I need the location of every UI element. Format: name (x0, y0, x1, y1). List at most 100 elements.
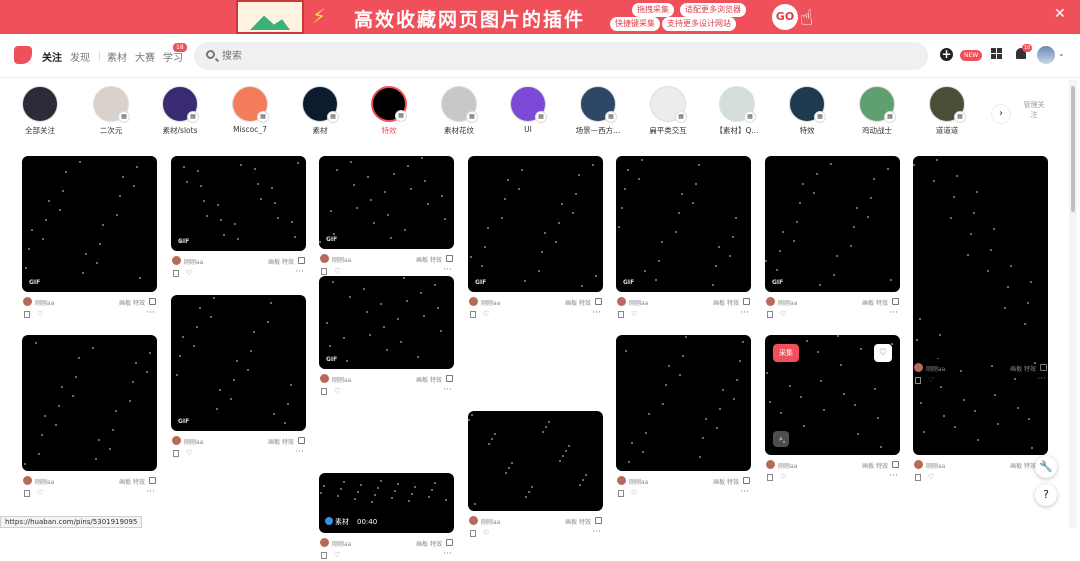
chevron-down-icon[interactable]: ⌄ (1058, 49, 1065, 58)
pin-image[interactable] (468, 411, 603, 511)
board-tags[interactable]: 画板 特效 (565, 298, 591, 307)
nav-materials[interactable]: 素材 (107, 49, 127, 64)
circle-item[interactable]: ▦ Miscoc_7 (214, 86, 286, 134)
more-icon[interactable]: ··· (146, 487, 155, 497)
more-icon[interactable]: ··· (889, 471, 898, 481)
board-tags[interactable]: 画板 特效 (1010, 364, 1036, 373)
author-avatar[interactable] (23, 476, 32, 485)
pin-image[interactable]: GIF (22, 156, 157, 292)
circle-item[interactable]: ▦ 道道道 (911, 86, 983, 136)
author-avatar[interactable] (617, 476, 626, 485)
author-avatar[interactable] (766, 297, 775, 306)
board-tags[interactable]: 画板 特效 (268, 257, 294, 266)
like-icon[interactable]: ♡ (334, 387, 340, 395)
manage-follow-link[interactable]: 管理关注 (1022, 100, 1046, 120)
search-input[interactable] (222, 46, 912, 66)
like-icon[interactable]: ♡ (334, 267, 340, 275)
save-icon[interactable] (470, 311, 476, 318)
circle-item[interactable]: ▦ 二次元 (75, 86, 147, 136)
more-icon[interactable]: ··· (146, 308, 155, 318)
wrench-tool-icon[interactable]: 🔧 (1035, 456, 1057, 478)
scrollbar-thumb[interactable] (1071, 86, 1075, 212)
board-icon[interactable] (149, 298, 156, 305)
like-icon[interactable]: ♡ (928, 473, 934, 481)
board-icon[interactable] (595, 298, 602, 305)
author-name[interactable]: 刚刚aa (35, 298, 54, 307)
save-icon[interactable] (321, 388, 327, 395)
author-name[interactable]: 刚刚aa (778, 461, 797, 470)
like-icon[interactable]: ♡ (928, 376, 934, 384)
author-name[interactable]: 刚刚aa (629, 298, 648, 307)
board-icon[interactable] (446, 539, 453, 546)
pin-image[interactable] (22, 335, 157, 471)
board-icon[interactable] (298, 257, 305, 264)
board-tags[interactable]: 画板 特效 (416, 539, 442, 548)
circle-item[interactable]: ▦ 鸡动战士 (841, 86, 913, 136)
save-icon[interactable] (915, 377, 921, 384)
board-icon[interactable] (446, 255, 453, 262)
circle-item[interactable]: ▦ 【素材】Q... (701, 86, 773, 136)
board-icon[interactable] (743, 477, 750, 484)
pin-image[interactable]: GIF (171, 295, 306, 431)
more-icon[interactable]: ··· (592, 308, 601, 318)
author-avatar[interactable] (320, 254, 329, 263)
author-avatar[interactable] (23, 297, 32, 306)
pin-image[interactable] (616, 335, 751, 471)
author-avatar[interactable] (766, 460, 775, 469)
board-icon[interactable] (298, 437, 305, 444)
board-icon[interactable] (743, 298, 750, 305)
author-name[interactable]: 刚刚aa (926, 364, 945, 373)
more-icon[interactable]: ··· (889, 308, 898, 318)
save-icon[interactable] (767, 311, 773, 318)
circle-item[interactable]: 全部关注 (4, 86, 76, 136)
author-avatar[interactable] (320, 374, 329, 383)
board-icon[interactable] (892, 461, 899, 468)
pin-image[interactable]: GIF (765, 156, 900, 292)
new-feature-badge[interactable]: NEW (960, 50, 983, 61)
author-avatar[interactable] (617, 297, 626, 306)
like-icon[interactable]: ♡ (186, 269, 192, 277)
visual-search-icon[interactable]: ⌕ (773, 431, 789, 447)
pin-image[interactable]: GIF (319, 276, 454, 369)
board-icon[interactable] (1040, 364, 1047, 371)
circle-item[interactable]: ▦ UI (492, 86, 564, 134)
author-name[interactable]: 刚刚aa (778, 298, 797, 307)
circle-item[interactable]: ▦ 扁平类交互 (632, 86, 704, 136)
pin-image[interactable]: GIF (171, 156, 306, 251)
nav-follow[interactable]: 关注 (42, 49, 62, 64)
save-icon[interactable] (767, 474, 773, 481)
author-name[interactable]: 刚刚aa (481, 517, 500, 526)
author-name[interactable]: 刚刚aa (481, 298, 500, 307)
save-icon[interactable] (470, 530, 476, 537)
author-name[interactable]: 刚刚aa (629, 477, 648, 486)
board-tags[interactable]: 画板 特效 (416, 375, 442, 384)
circle-item[interactable]: ▦ 素材/slots (144, 86, 216, 136)
author-avatar[interactable] (914, 363, 923, 372)
like-icon[interactable]: ♡ (631, 310, 637, 318)
like-icon[interactable]: ♡ (631, 489, 637, 497)
like-icon[interactable]: ♡ (780, 473, 786, 481)
huaban-logo-icon[interactable] (14, 46, 32, 64)
board-tags[interactable]: 画板 特效 (119, 298, 145, 307)
more-icon[interactable]: ··· (740, 308, 749, 318)
save-icon[interactable] (321, 552, 327, 559)
save-icon[interactable] (24, 311, 30, 318)
more-icon[interactable]: ··· (592, 527, 601, 537)
user-avatar[interactable] (1037, 46, 1055, 64)
more-icon[interactable]: ··· (443, 385, 452, 395)
author-name[interactable]: 刚刚aa (184, 437, 203, 446)
board-tags[interactable]: 画板 特效 (862, 461, 888, 470)
more-icon[interactable]: ··· (1037, 374, 1046, 384)
author-name[interactable]: 刚刚aa (926, 461, 945, 470)
like-icon[interactable]: ♡ (483, 529, 489, 537)
author-avatar[interactable] (469, 516, 478, 525)
like-icon[interactable]: ♡ (334, 551, 340, 559)
board-tags[interactable]: 画板 特效 (713, 477, 739, 486)
circle-item[interactable]: ▦ 素材 (284, 86, 356, 136)
save-icon[interactable] (618, 490, 624, 497)
chevron-right-icon[interactable]: › (991, 104, 1011, 124)
circle-item[interactable]: ▦ 特效 (771, 86, 843, 136)
save-icon[interactable] (915, 474, 921, 481)
circle-item[interactable]: ▦ 场景—西方... (562, 86, 634, 136)
author-name[interactable]: 刚刚aa (332, 539, 351, 548)
